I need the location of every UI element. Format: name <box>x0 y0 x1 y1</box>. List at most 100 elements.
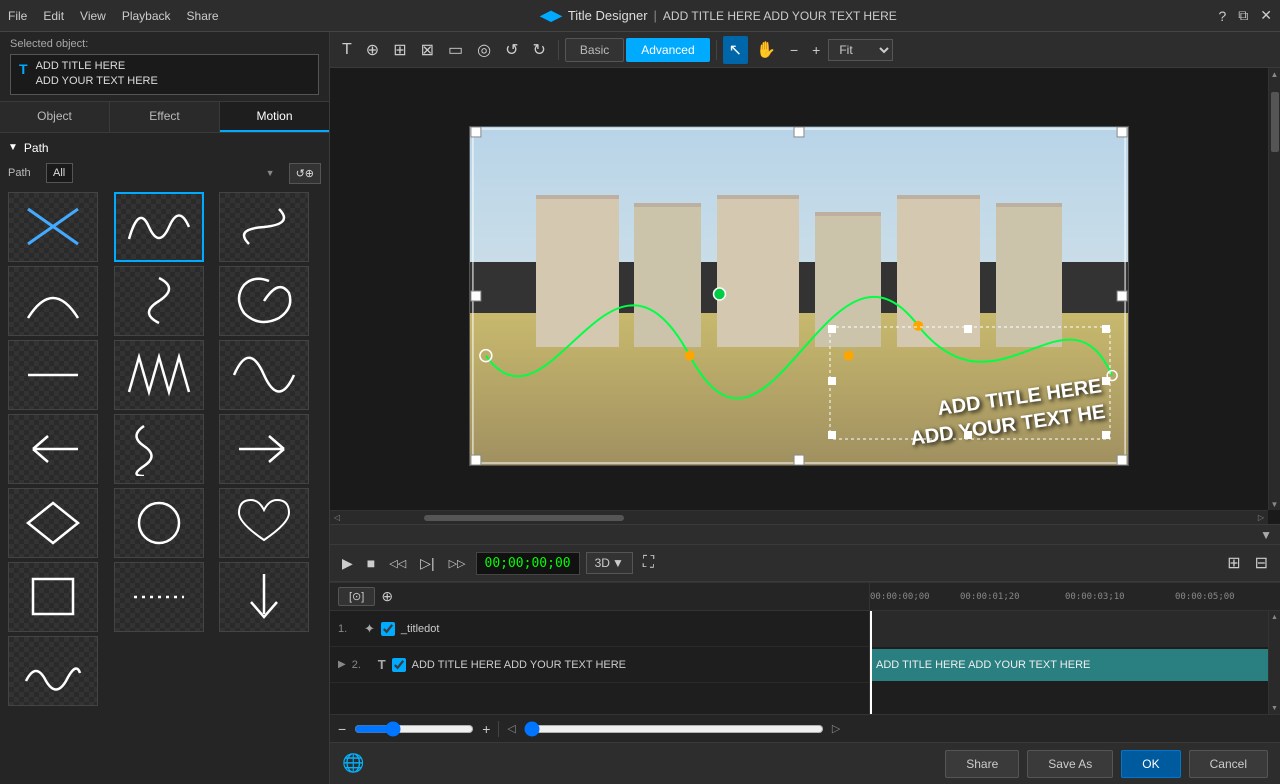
path-item-square[interactable] <box>8 562 98 632</box>
tl-bottom-sep <box>498 721 499 737</box>
hscroll-thumb[interactable] <box>424 515 624 521</box>
path-item-dotted[interactable] <box>114 562 204 632</box>
timeline-record-button[interactable]: [⊙] <box>338 587 375 606</box>
path-wave-icon <box>124 199 194 254</box>
vscroll-down[interactable]: ▼ <box>1269 498 1280 510</box>
zoom-out-button[interactable]: − <box>784 38 804 62</box>
bottom-action-bar: 🌐 Share Save As OK Cancel <box>330 742 1280 784</box>
zoom-in-button[interactable]: + <box>806 38 826 62</box>
track-visible-1[interactable] <box>381 622 395 636</box>
selected-object-type-icon: T <box>19 61 28 77</box>
timeline-add-button[interactable]: ⊕ <box>381 588 393 605</box>
path-item-arrow-right[interactable] <box>219 414 309 484</box>
tool-add[interactable]: ⊕ <box>360 36 385 64</box>
canvas-hscroll[interactable]: ◁ ▷ <box>330 510 1268 524</box>
path-collapse-arrow: ▼ <box>8 142 18 153</box>
menu-edit[interactable]: Edit <box>43 9 64 23</box>
tool-hand[interactable]: ✋ <box>750 36 782 64</box>
tool-undo[interactable]: ↺ <box>499 36 524 64</box>
tab-motion[interactable]: Motion <box>220 102 329 132</box>
canvas-container: ADD TITLE HERE ADD YOUR TEXT HE <box>330 68 1268 524</box>
help-button[interactable]: ? <box>1218 8 1226 24</box>
path-item-arrow-left[interactable] <box>8 414 98 484</box>
fullscreen-button[interactable]: ⛶ <box>643 554 654 572</box>
zoom-level-select[interactable]: Fit 100% 50% <box>828 39 893 61</box>
path-item-tilde[interactable] <box>8 636 98 706</box>
tl-vscroll-up[interactable]: ▲ <box>1269 611 1280 623</box>
tl-zoom-in[interactable]: + <box>482 721 490 737</box>
hscroll-left[interactable]: ◁ <box>330 513 344 522</box>
mode-advanced-button[interactable]: Advanced <box>626 38 709 62</box>
path-dropdown[interactable]: All <box>46 163 73 183</box>
path-section-header[interactable]: ▼ Path <box>8 141 321 155</box>
play-button[interactable]: ▶ <box>338 551 357 576</box>
grid-view-button-1[interactable]: ⊞ <box>1223 549 1244 577</box>
path-reset-icon: ↺⊕ <box>296 167 314 180</box>
language-button[interactable]: 🌐 <box>342 753 364 774</box>
fast-forward-button[interactable]: ▷▷ <box>445 553 470 574</box>
path-item-none[interactable] <box>8 192 98 262</box>
ok-button[interactable]: OK <box>1121 750 1180 778</box>
path-item-spiral[interactable] <box>219 266 309 336</box>
tool-rect[interactable]: ▭ <box>442 36 469 64</box>
tl-scroll-right[interactable]: ▷ <box>832 722 840 735</box>
path-item-diamond[interactable] <box>8 488 98 558</box>
tab-object[interactable]: Object <box>0 102 110 132</box>
3d-mode-button[interactable]: 3D ▼ <box>586 552 633 574</box>
vscroll-up[interactable]: ▲ <box>1269 68 1280 80</box>
path-reset-button[interactable]: ↺⊕ <box>289 163 321 184</box>
close-button[interactable]: ✕ <box>1260 7 1272 24</box>
share-button[interactable]: Share <box>945 750 1019 778</box>
prev-button[interactable]: ◁◁ <box>385 553 410 574</box>
path-item-sshape[interactable] <box>114 266 204 336</box>
tl-vscroll-down[interactable]: ▼ <box>1269 702 1280 714</box>
tool-text[interactable]: T <box>336 37 358 63</box>
tl-scroll-left[interactable]: ◁ <box>507 722 515 735</box>
stop-button[interactable]: ■ <box>363 551 379 575</box>
save-as-button[interactable]: Save As <box>1027 750 1113 778</box>
mode-basic-button[interactable]: Basic <box>565 38 624 62</box>
menu-file[interactable]: File <box>8 9 27 23</box>
tl-zoom-slider[interactable] <box>354 721 474 737</box>
grid-view-button-2[interactable]: ⊟ <box>1251 549 1272 577</box>
menu-share[interactable]: Share <box>187 9 219 23</box>
path-x-icon <box>18 199 88 254</box>
path-item-heart[interactable] <box>219 488 309 558</box>
path-dotted-icon <box>124 569 194 624</box>
path-item-line[interactable] <box>8 340 98 410</box>
path-item-arrow-down[interactable] <box>219 562 309 632</box>
tl-hscroll-slider[interactable] <box>524 721 824 737</box>
path-item-wave2[interactable] <box>219 340 309 410</box>
menu-playback[interactable]: Playback <box>122 9 171 23</box>
track-expand-2[interactable]: ▶ <box>338 659 346 670</box>
cancel-button[interactable]: Cancel <box>1189 750 1268 778</box>
path-section-label: Path <box>24 141 49 155</box>
selected-text-line1: ADD TITLE HERE <box>36 59 158 74</box>
tool-ellipse[interactable]: ◎ <box>471 36 497 64</box>
menu-view[interactable]: View <box>80 9 106 23</box>
tl-zoom-out[interactable]: − <box>338 721 346 737</box>
path-item-scurve[interactable] <box>219 192 309 262</box>
tab-effect[interactable]: Effect <box>110 102 220 132</box>
track-icon-1: ✦ <box>364 621 375 637</box>
vscroll-thumb[interactable] <box>1271 92 1279 152</box>
clip-text[interactable]: ADD TITLE HERE ADD YOUR TEXT HERE <box>870 649 1268 681</box>
expand-timeline-button[interactable]: ▼ <box>1260 528 1272 542</box>
path-circle-icon <box>124 495 194 550</box>
track-visible-2[interactable] <box>392 658 406 672</box>
path-item-wavy-v[interactable] <box>114 414 204 484</box>
path-item-arc[interactable] <box>8 266 98 336</box>
path-item-circle[interactable] <box>114 488 204 558</box>
tool-grid[interactable]: ⊞ <box>387 36 412 64</box>
restore-button[interactable]: ⧉ <box>1238 7 1248 24</box>
clip-track-1-row <box>870 611 1268 647</box>
path-item-wave[interactable] <box>114 192 204 262</box>
tool-redo[interactable]: ↻ <box>527 36 552 64</box>
tool-align[interactable]: ⊠ <box>415 36 440 64</box>
tool-select[interactable]: ↖ <box>723 36 748 64</box>
canvas-vscroll[interactable]: ▲ ▼ <box>1268 68 1280 510</box>
path-item-zigzag[interactable] <box>114 340 204 410</box>
step-forward-button[interactable]: ▷| <box>416 551 438 576</box>
hscroll-right[interactable]: ▷ <box>1254 513 1268 522</box>
timeline-vscroll[interactable]: ▲ ▼ <box>1268 611 1280 714</box>
